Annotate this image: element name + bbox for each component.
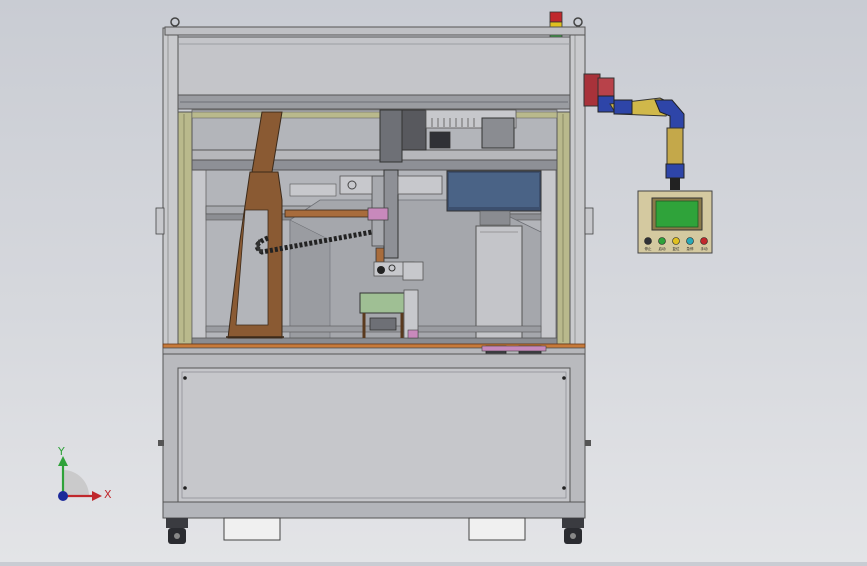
cad-viewport[interactable]: 停止 启动 复位 急停 手动 Y X [0, 0, 867, 562]
casters [166, 517, 584, 544]
hmi-button-5[interactable] [700, 237, 708, 245]
hmi-button-label-3: 复位 [673, 246, 681, 251]
hmi-panel[interactable]: 停止 启动 复位 急停 手动 [637, 190, 713, 254]
hmi-arm [583, 73, 685, 190]
hmi-button-label-1: 停止 [645, 246, 653, 251]
x-axis-label: X [104, 488, 112, 501]
hmi-button-1[interactable] [644, 237, 652, 245]
hmi-button-label-4: 急停 [687, 246, 695, 251]
cabinet-door [177, 367, 571, 503]
y-axis-label: Y [57, 445, 65, 458]
hmi-button-3[interactable] [672, 237, 680, 245]
top-cover-panel [177, 36, 571, 96]
hmi-screen[interactable] [655, 200, 699, 228]
z-axis-dot [58, 491, 68, 501]
hmi-button-4[interactable] [686, 237, 694, 245]
hmi-button-2[interactable] [658, 237, 666, 245]
hmi-button-label-2: 启动 [659, 246, 667, 251]
stack-light-red [549, 11, 563, 23]
electrical-cabinet [475, 225, 523, 342]
coordinate-triad: Y X [57, 445, 112, 501]
hmi-button-label-5: 手动 [701, 246, 709, 251]
